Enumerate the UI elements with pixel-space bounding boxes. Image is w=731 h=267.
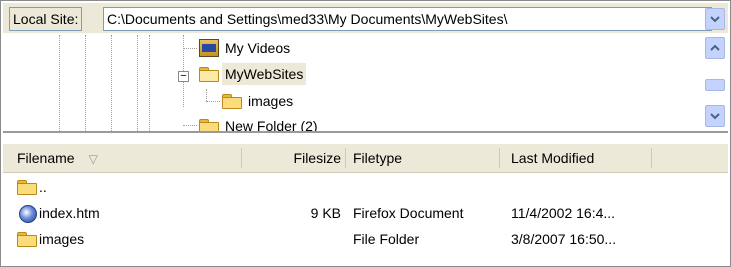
- chevron-down-icon: [710, 113, 720, 120]
- sort-indicator-icon: ▽: [88, 152, 98, 166]
- scroll-down-button[interactable]: [705, 105, 725, 127]
- file-name: index.htm: [39, 205, 100, 221]
- file-size: 9 KB: [310, 205, 341, 221]
- tree-item-label: images: [248, 93, 294, 109]
- chevron-up-icon: [710, 44, 720, 51]
- folder-icon: [199, 119, 219, 131]
- folder-tree: My Videos − MyWebSites images New Folder…: [3, 35, 728, 133]
- chevron-down-icon: [710, 16, 720, 23]
- file-modified: 3/8/2007 16:50...: [511, 231, 617, 247]
- column-label: Filename: [17, 150, 75, 166]
- file-modified: 11/4/2002 16:4...: [511, 205, 616, 221]
- file-name: ..: [39, 179, 47, 195]
- scroll-up-button[interactable]: [705, 37, 725, 59]
- file-type: Firefox Document: [353, 205, 464, 221]
- file-type: File Folder: [353, 231, 420, 247]
- path-dropdown-button[interactable]: [705, 8, 725, 30]
- tree-item-label: New Folder (2): [225, 118, 318, 133]
- file-name: images: [39, 231, 85, 247]
- file-list-header: Filename ▽ Filesize Filetype Last Modifie…: [3, 144, 728, 173]
- column-header-filename[interactable]: Filename ▽: [17, 144, 98, 172]
- open-folder-icon: [199, 67, 219, 82]
- tree-item-mywebsites[interactable]: MyWebSites: [199, 63, 359, 85]
- column-header-filetype[interactable]: Filetype: [353, 144, 402, 172]
- file-row-images[interactable]: images File Folder 3/8/2007 16:50...: [3, 227, 728, 251]
- column-header-filesize[interactable]: Filesize: [243, 144, 341, 172]
- folder-icon: [17, 232, 37, 247]
- folder-icon: [222, 94, 242, 109]
- local-site-panel: Local Site: C:\Documents and Settings\me…: [0, 0, 731, 267]
- local-site-path-combo[interactable]: C:\Documents and Settings\med33\My Docum…: [103, 7, 712, 31]
- file-row-index-htm[interactable]: index.htm 9 KB Firefox Document 11/4/200…: [3, 201, 728, 225]
- tree-item-label: My Videos: [225, 40, 291, 56]
- html-file-icon: [19, 205, 37, 223]
- scroll-thumb[interactable]: [705, 79, 725, 91]
- collapse-toggle[interactable]: −: [178, 71, 189, 82]
- folder-icon: [17, 180, 37, 195]
- local-site-label: Local Site:: [9, 7, 83, 31]
- local-site-bar: Local Site: C:\Documents and Settings\me…: [3, 3, 728, 33]
- tree-item-label: MyWebSites: [222, 63, 307, 85]
- file-row-parent[interactable]: ..: [3, 175, 728, 199]
- video-folder-icon: [199, 39, 219, 57]
- column-header-last-modified[interactable]: Last Modified: [511, 144, 594, 172]
